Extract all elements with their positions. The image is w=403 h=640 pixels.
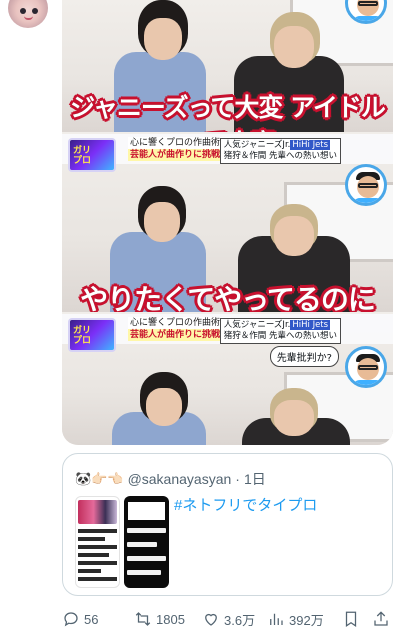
retweet-icon <box>135 612 151 626</box>
host-wipe-icon <box>345 346 387 388</box>
tweet-media[interactable]: ジャニーズって大変 アイドルって大変 ガリプロ 心に響くプロの作曲術で 芸能人が… <box>62 0 393 445</box>
separator-dot: · <box>235 471 240 487</box>
like-count: 3.6万 <box>224 612 256 628</box>
info-box: 人気ジャニーズJr. HiHi Jets 猪狩＆作間 先輩への熱い想い <box>219 138 341 164</box>
author-avatar[interactable] <box>8 0 48 28</box>
program-logo: ガリ プロ <box>68 318 116 352</box>
program-logo: ガリ プロ <box>68 138 116 172</box>
avatar-mouth <box>24 16 33 20</box>
reply-button[interactable]: 56 <box>62 610 98 628</box>
speech-bubble: 先輩批判か? <box>269 346 339 367</box>
like-button[interactable]: 3.6万 <box>202 610 255 629</box>
quoted-tweet[interactable]: 🐼👉🏻👈🏻 @sakanayasyan · 1日 #ネトフリでタイプロ <box>62 453 393 596</box>
views-button[interactable]: 392万 <box>267 610 324 629</box>
share-button[interactable] <box>372 610 390 628</box>
quoted-media-thumb-1[interactable] <box>75 496 120 588</box>
quoted-tweet-text[interactable]: #ネトフリでタイプロ <box>174 494 317 515</box>
views-icon <box>270 613 283 625</box>
video-frame-3: ガリ プロ 心に響くプロの作曲術で 芸能人が曲作りに挑戦!! 人気ジャニーズJr.… <box>62 312 393 445</box>
retweet-button[interactable]: 1805 <box>134 610 185 628</box>
quoted-timestamp[interactable]: 1日 <box>244 469 266 489</box>
info-box: 人気ジャニーズJr. HiHi Jets 猪狩＆作間 先輩への熱い想い <box>219 318 341 344</box>
bar-line-2: 芸能人が曲作りに挑戦!! <box>128 149 232 161</box>
caption-2: やりたくてやってるのに <box>80 283 376 312</box>
tv-info-bar: ガリ プロ 心に響くプロの作曲術で 芸能人が曲作りに挑戦!! 人気ジャニーズJr.… <box>62 314 393 352</box>
reply-count: 56 <box>84 611 99 627</box>
views-count: 392万 <box>289 612 324 628</box>
tweet-actions: 56 1805 3.6万 392万 <box>62 606 393 632</box>
like-icon <box>205 613 217 626</box>
video-frame-2: ガリ プロ 心に響くプロの作曲術で 芸能人が曲作りに挑戦!! 人気ジャニーズJr.… <box>62 132 393 312</box>
caption-1: ジャニーズって大変 アイドルって大変 <box>70 93 386 132</box>
video-frame-1: ジャニーズって大変 アイドルって大変 <box>62 0 393 132</box>
bookmark-button[interactable] <box>342 610 360 628</box>
bookmark-icon <box>345 611 357 627</box>
quoted-username[interactable]: @sakanayasyan <box>128 471 232 487</box>
tv-info-bar: ガリ プロ 心に響くプロの作曲術で 芸能人が曲作りに挑戦!! 人気ジャニーズJr.… <box>62 134 393 172</box>
host-wipe-icon <box>345 164 387 206</box>
share-icon <box>374 611 388 626</box>
quoted-display-name: 🐼👉🏻👈🏻 <box>75 471 124 486</box>
retweet-count: 1805 <box>156 611 185 627</box>
bar-line-1: 心に響くプロの作曲術で <box>128 137 232 149</box>
avatar-eye <box>32 8 38 14</box>
quoted-media-thumb-2[interactable] <box>124 496 169 588</box>
quoted-media[interactable] <box>75 496 169 588</box>
avatar-eye <box>20 8 26 14</box>
bar-line-2: 芸能人が曲作りに挑戦!! <box>128 329 232 341</box>
bar-line-1: 心に響くプロの作曲術で <box>128 317 232 329</box>
reply-icon <box>64 612 78 627</box>
quoted-tweet-header: 🐼👉🏻👈🏻 @sakanayasyan · 1日 <box>75 469 266 489</box>
